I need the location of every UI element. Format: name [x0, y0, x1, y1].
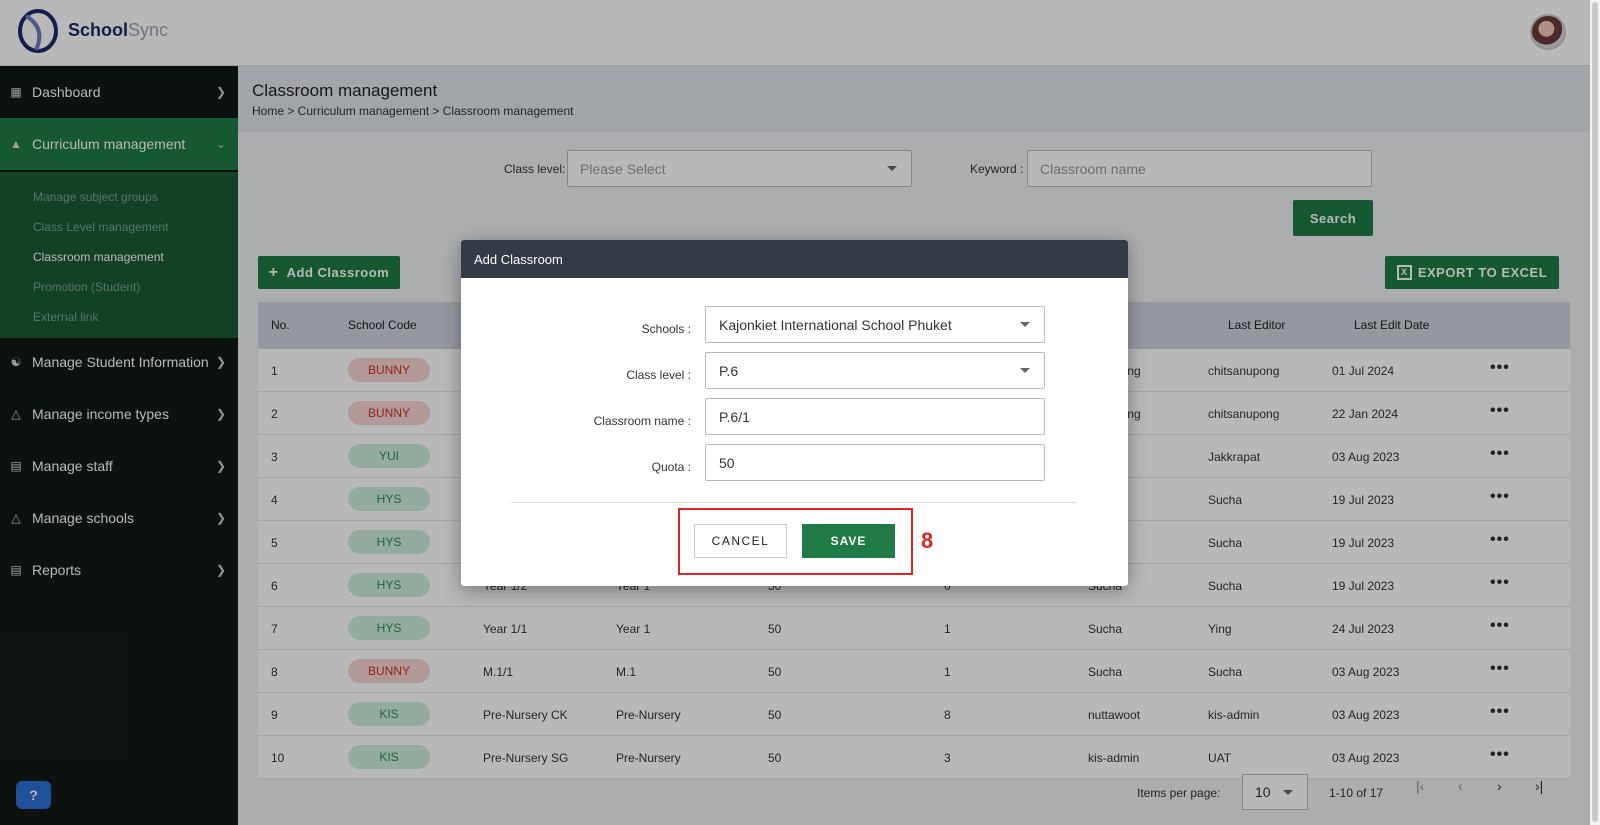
classroom-name-label: Classroom name :	[593, 414, 691, 428]
caret-down-icon	[1020, 368, 1030, 373]
dialog-title: Add Classroom	[461, 240, 1128, 278]
page-scrollbar[interactable]	[1590, 0, 1600, 825]
schools-select[interactable]: Kajonkiet International School Phuket	[705, 306, 1045, 343]
step-number: 8	[921, 528, 934, 553]
step-highlight-box	[678, 508, 913, 575]
quota-label: Quota :	[651, 460, 691, 474]
scrollbar-thumb[interactable]	[1592, 2, 1598, 822]
schools-label: Schools :	[641, 322, 691, 336]
dialog-divider	[511, 502, 1077, 503]
schools-value: Kajonkiet International School Phuket	[719, 316, 952, 333]
caret-down-icon	[1020, 322, 1030, 327]
class-level-label: Class level :	[626, 368, 691, 382]
quota-value: 50	[719, 454, 735, 471]
quota-input[interactable]: 50	[705, 444, 1045, 481]
app-root: SchoolSync ▦ Dashboard ❯ ▲ Curriculum ma…	[0, 0, 1600, 825]
classroom-name-value: P.6/1	[719, 408, 750, 425]
class-level-dialog-select[interactable]: P.6	[705, 352, 1045, 389]
classroom-name-input[interactable]: P.6/1	[705, 398, 1045, 435]
class-level-value: P.6	[719, 362, 739, 379]
